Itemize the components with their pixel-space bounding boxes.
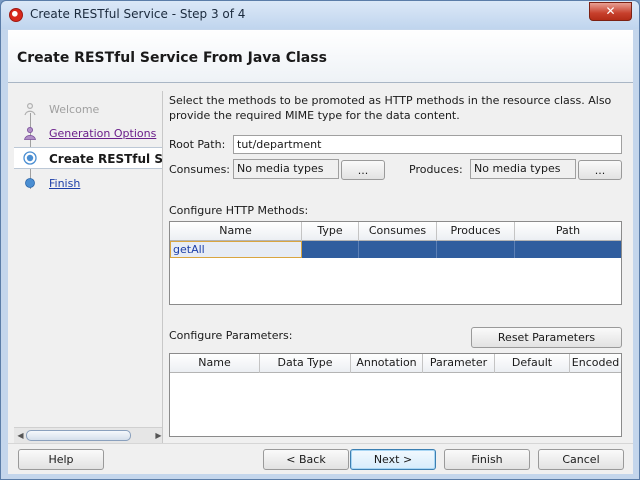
column-header-parameter[interactable]: Parameter xyxy=(423,354,495,373)
back-button[interactable]: < Back xyxy=(263,449,349,470)
current-step-icon xyxy=(23,151,37,165)
root-path-input[interactable]: tut/department xyxy=(233,135,622,154)
step-generation-options-label: Generation Options xyxy=(49,127,157,140)
http-methods-table[interactable]: Name Type Consumes Produces Path getAll xyxy=(169,221,622,305)
close-icon: ✕ xyxy=(605,4,616,18)
page-title: Create RESTful Service From Java Class xyxy=(17,50,327,66)
column-header-annotation[interactable]: Annotation xyxy=(351,354,423,373)
scroll-left-icon[interactable]: ◀ xyxy=(15,430,26,441)
method-type-cell[interactable] xyxy=(302,241,359,258)
consumes-browse-button[interactable]: ... xyxy=(341,160,385,180)
cancel-button[interactable]: Cancel xyxy=(538,449,624,470)
scrollbar-thumb[interactable] xyxy=(26,430,131,441)
close-button[interactable]: ✕ xyxy=(589,2,632,21)
root-path-label: Root Path: xyxy=(169,138,226,151)
consumes-field: No media types xyxy=(233,159,339,179)
help-button[interactable]: Help xyxy=(18,449,104,470)
step-create-restful-service-label: Create RESTful Servi xyxy=(49,152,163,166)
next-button[interactable]: Next > xyxy=(350,449,436,470)
step-navigator: Welcome Generation Options Create RESTfu… xyxy=(11,91,163,443)
footer-divider xyxy=(8,443,633,444)
step-finish[interactable]: Finish xyxy=(19,173,162,195)
method-path-cell[interactable] xyxy=(515,241,621,258)
main-panel: Select the methods to be promoted as HTT… xyxy=(168,91,628,443)
column-header-path[interactable]: Path xyxy=(515,222,621,241)
title-bar[interactable]: Create RESTful Service - Step 3 of 4 ✕ xyxy=(1,1,639,29)
parameters-table[interactable]: Name Data Type Annotation Parameter Defa… xyxy=(169,353,622,437)
consumes-label: Consumes: xyxy=(169,163,231,176)
method-produces-cell[interactable] xyxy=(437,241,515,258)
table-row[interactable]: getAll xyxy=(170,241,621,258)
methods-section-label: Configure HTTP Methods: xyxy=(169,204,309,217)
produces-field: No media types xyxy=(470,159,576,179)
produces-label: Produces: xyxy=(409,163,463,176)
method-name-cell[interactable]: getAll xyxy=(170,241,302,258)
reset-parameters-button[interactable]: Reset Parameters xyxy=(471,327,622,348)
step-welcome[interactable]: Welcome xyxy=(19,99,162,121)
column-header-default[interactable]: Default xyxy=(495,354,570,373)
finish-button[interactable]: Finish xyxy=(444,449,530,470)
column-header-type[interactable]: Type xyxy=(302,222,359,241)
step-finish-label: Finish xyxy=(49,177,81,190)
column-header-encoded[interactable]: Encoded xyxy=(570,354,621,373)
pending-step-icon xyxy=(25,178,35,188)
person-icon xyxy=(24,102,36,116)
column-header-produces[interactable]: Produces xyxy=(437,222,515,241)
column-header-name[interactable]: Name xyxy=(170,222,302,241)
step-generation-options[interactable]: Generation Options xyxy=(19,123,162,145)
window-title: Create RESTful Service - Step 3 of 4 xyxy=(30,7,246,21)
step-create-restful-service[interactable]: Create RESTful Servi xyxy=(14,147,163,169)
method-consumes-cell[interactable] xyxy=(359,241,437,258)
person-icon xyxy=(24,127,36,140)
wizard-header: Create RESTful Service From Java Class xyxy=(8,30,633,83)
instructions-text: Select the methods to be promoted as HTT… xyxy=(169,94,612,122)
scroll-right-icon[interactable]: ▶ xyxy=(153,430,162,441)
nav-horizontal-scrollbar[interactable]: ◀ ▶ xyxy=(14,427,162,443)
wizard-body: Welcome Generation Options Create RESTfu… xyxy=(8,83,633,474)
column-header-param-name[interactable]: Name xyxy=(170,354,260,373)
parameters-section-label: Configure Parameters: xyxy=(169,329,293,342)
produces-browse-button[interactable]: ... xyxy=(578,160,622,180)
step-welcome-label: Welcome xyxy=(49,103,100,116)
column-header-data-type[interactable]: Data Type xyxy=(260,354,351,373)
methods-table-header: Name Type Consumes Produces Path xyxy=(170,222,621,241)
app-icon xyxy=(9,8,23,22)
column-header-consumes[interactable]: Consumes xyxy=(359,222,437,241)
parameters-table-header: Name Data Type Annotation Parameter Defa… xyxy=(170,354,621,373)
wizard-window: Create RESTful Service - Step 3 of 4 ✕ C… xyxy=(0,0,640,480)
